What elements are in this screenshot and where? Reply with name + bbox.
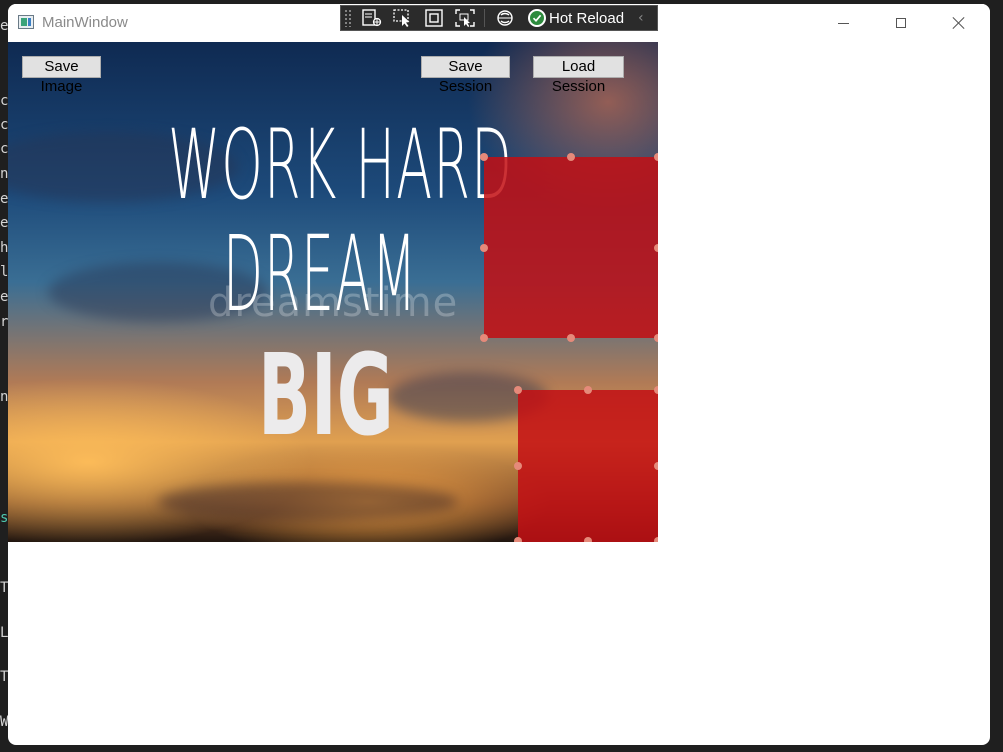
display-layout-adorners-icon[interactable] [423, 8, 445, 28]
resize-handle[interactable] [480, 153, 488, 161]
background-code-fragment: r [0, 314, 8, 330]
resize-handle[interactable] [514, 386, 522, 394]
maximize-icon [896, 18, 906, 28]
quote-line-3: BIG [258, 331, 394, 461]
background-code-fragment: e [0, 18, 8, 34]
resize-handle[interactable] [654, 462, 658, 470]
resize-handle[interactable] [654, 153, 658, 161]
binding-failures-icon[interactable] [494, 8, 516, 28]
track-focus-icon[interactable] [454, 8, 476, 28]
background-code-fragment: n [0, 166, 8, 182]
resize-handle[interactable] [480, 244, 488, 252]
live-visual-tree-icon[interactable] [361, 8, 383, 28]
save-session-button[interactable]: Save Session [421, 56, 510, 95]
background-code-fragment: e [0, 215, 8, 231]
resize-handle[interactable] [654, 386, 658, 394]
resize-handle[interactable] [584, 537, 592, 542]
maximize-button[interactable] [872, 4, 930, 42]
quote-line-1: WORK HARD [168, 109, 513, 221]
resize-handle[interactable] [514, 462, 522, 470]
background-editor-text: ecccneehlernsTLTW [0, 0, 8, 752]
xaml-debug-toolbar: Hot Reload ‹ [340, 5, 658, 31]
resize-handle[interactable] [584, 386, 592, 394]
main-window: MainWindow dreamstime WORK HARD DREAM BI… [8, 4, 990, 745]
window-title: MainWindow [42, 14, 128, 31]
chevron-left-icon[interactable]: ‹ [638, 10, 644, 26]
app-icon [18, 15, 34, 29]
background-code-fragment: T [0, 580, 8, 596]
image-canvas[interactable]: dreamstime WORK HARD DREAM BIG Save Imag… [8, 42, 658, 542]
redaction-rectangle[interactable] [484, 157, 658, 338]
resize-handle[interactable] [654, 244, 658, 252]
resize-handle[interactable] [567, 153, 575, 161]
background-code-fragment: l [0, 264, 8, 280]
background-code-fragment: c [0, 93, 8, 109]
background-code-fragment: c [0, 117, 8, 133]
close-button[interactable] [930, 4, 988, 42]
hot-reload-status[interactable]: Hot Reload [528, 9, 624, 27]
select-element-icon[interactable] [392, 8, 414, 28]
close-icon [952, 16, 966, 30]
background-code-fragment: c [0, 141, 8, 157]
redaction-rectangle[interactable] [518, 390, 658, 542]
cloud-shape [158, 482, 458, 522]
background-code-fragment: h [0, 240, 8, 256]
check-circle-icon [528, 9, 546, 27]
minimize-button[interactable] [814, 4, 872, 42]
hot-reload-label: Hot Reload [549, 9, 625, 27]
resize-handle[interactable] [654, 334, 658, 342]
background-code-fragment: n [0, 389, 8, 405]
background-code-fragment: s [0, 510, 8, 526]
toolbar-separator [484, 9, 485, 27]
background-code-fragment: W [0, 714, 8, 730]
background-code-fragment: T [0, 669, 8, 685]
minimize-icon [837, 22, 849, 24]
quote-line-2: DREAM [223, 213, 418, 335]
toolbar-grip-icon[interactable] [344, 9, 352, 27]
resize-handle[interactable] [480, 334, 488, 342]
save-image-button[interactable]: Save Image [22, 56, 101, 95]
resize-handle[interactable] [567, 334, 575, 342]
background-code-fragment: e [0, 191, 8, 207]
background-code-fragment: L [0, 625, 8, 641]
resize-handle[interactable] [514, 537, 522, 542]
load-session-button[interactable]: Load Session [533, 56, 624, 95]
resize-handle[interactable] [654, 537, 658, 542]
background-code-fragment: e [0, 289, 8, 305]
